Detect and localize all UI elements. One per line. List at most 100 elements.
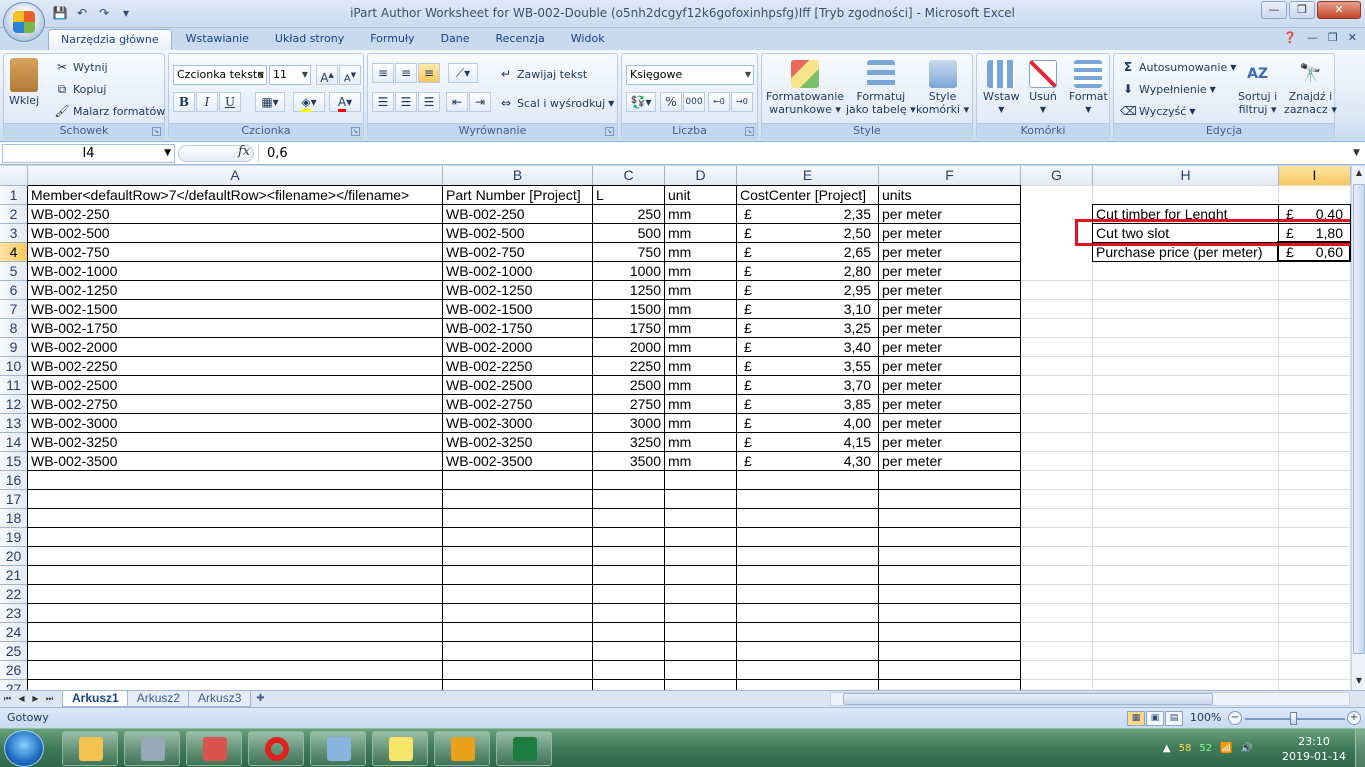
scroll-up-icon[interactable]: ▲ xyxy=(1352,166,1365,180)
member-cell[interactable]: WB-002-250 xyxy=(29,205,442,224)
header-cell-c[interactable]: L xyxy=(594,186,664,205)
currency-cell[interactable]: £ xyxy=(742,319,758,338)
member-cell[interactable]: WB-002-2500 xyxy=(29,376,442,395)
row-header-21[interactable]: 21 xyxy=(0,566,28,585)
maximize-button[interactable]: ❐ xyxy=(1289,1,1315,19)
tray-indicator-a[interactable]: 58 xyxy=(1179,743,1192,754)
cost-cell[interactable]: 3,40 xyxy=(757,338,873,357)
customize-qat-icon[interactable]: ▾ xyxy=(118,5,134,21)
zoom-level[interactable]: 100% xyxy=(1190,711,1221,724)
row-header-25[interactable]: 25 xyxy=(0,642,28,661)
member-cell[interactable]: WB-002-2000 xyxy=(29,338,442,357)
cost-cell[interactable]: 2,80 xyxy=(757,262,873,281)
member-cell[interactable]: WB-002-1000 xyxy=(29,262,442,281)
unit-cell[interactable]: mm xyxy=(666,243,736,262)
currency-cell[interactable]: £ xyxy=(742,281,758,300)
format-painter-button[interactable]: 🖌 Malarz formatów xyxy=(54,103,165,119)
taskbar-excel-button[interactable] xyxy=(496,731,552,766)
taskbar-paint-button[interactable] xyxy=(310,731,366,766)
ribbon-close-icon[interactable]: ✕ xyxy=(1348,31,1357,44)
length-cell[interactable]: 1500 xyxy=(594,300,663,319)
member-cell[interactable]: WB-002-1750 xyxy=(29,319,442,338)
length-cell[interactable]: 3000 xyxy=(594,414,663,433)
merge-center-button[interactable]: ⇔ Scal i wyśrodkuj ▼ xyxy=(498,95,614,111)
increase-decimal-button[interactable]: ←0 xyxy=(708,92,730,112)
volume-icon[interactable]: 🔊 xyxy=(1241,743,1253,754)
row-header-17[interactable]: 17 xyxy=(0,490,28,509)
units-cell[interactable]: per meter xyxy=(880,395,1020,414)
thousands-button[interactable]: 000 xyxy=(683,92,705,112)
member-cell[interactable]: WB-002-1500 xyxy=(29,300,442,319)
unit-cell[interactable]: mm xyxy=(666,452,736,471)
font-launcher-icon[interactable]: ↘ xyxy=(351,127,360,136)
cost-cell[interactable]: 2,95 xyxy=(757,281,873,300)
part-number-cell[interactable]: WB-002-250 xyxy=(444,205,592,224)
taskbar-explorer-button[interactable] xyxy=(62,731,118,766)
member-cell[interactable]: WB-002-2250 xyxy=(29,357,442,376)
row-header-20[interactable]: 20 xyxy=(0,547,28,566)
units-cell[interactable]: per meter xyxy=(880,262,1020,281)
length-cell[interactable]: 1000 xyxy=(594,262,663,281)
part-number-cell[interactable]: WB-002-1250 xyxy=(444,281,592,300)
number-format-combo[interactable]: Księgowe ▼ xyxy=(626,65,754,85)
row-header-13[interactable]: 13 xyxy=(0,414,28,433)
shrink-font-button[interactable]: A▼ xyxy=(339,65,361,85)
format-cells-button[interactable]: Format ▼ xyxy=(1069,60,1108,116)
column-header-e[interactable]: E xyxy=(737,166,879,186)
units-cell[interactable]: per meter xyxy=(880,243,1020,262)
column-header-g[interactable]: G xyxy=(1021,166,1093,186)
underline-button[interactable]: U xyxy=(219,92,241,112)
percent-button[interactable]: % xyxy=(660,92,682,112)
taskbar-inventor-button[interactable] xyxy=(434,731,490,766)
row-header-18[interactable]: 18 xyxy=(0,509,28,528)
insert-function-button[interactable]: fx xyxy=(238,144,250,159)
copy-button[interactable]: ⧉ Kopiuj xyxy=(54,81,107,97)
tab-4[interactable]: Formuły xyxy=(358,29,426,50)
save-icon[interactable]: 💾 xyxy=(52,5,68,21)
currency-cell[interactable]: £ xyxy=(742,414,758,433)
expand-formula-bar-icon[interactable]: ▼ xyxy=(1350,145,1363,162)
length-cell[interactable]: 2250 xyxy=(594,357,663,376)
first-sheet-icon[interactable]: ⏮ xyxy=(2,692,13,706)
minimize-button[interactable]: — xyxy=(1261,1,1287,19)
row-header-6[interactable]: 6 xyxy=(0,281,28,300)
units-cell[interactable]: per meter xyxy=(880,300,1020,319)
zoom-out-button[interactable]: − xyxy=(1228,711,1242,725)
cost-cell[interactable]: 3,70 xyxy=(757,376,873,395)
member-cell[interactable]: WB-002-500 xyxy=(29,224,442,243)
scroll-down-icon[interactable]: ▼ xyxy=(1352,674,1365,688)
ribbon-minimize-icon[interactable]: — xyxy=(1307,31,1318,44)
units-cell[interactable]: per meter xyxy=(880,414,1020,433)
next-sheet-icon[interactable]: ▶ xyxy=(30,692,41,706)
cost-cell[interactable]: 2,35 xyxy=(757,205,873,224)
header-cell-a[interactable]: Member<defaultRow>7</defaultRow><filenam… xyxy=(29,186,442,205)
units-cell[interactable]: per meter xyxy=(880,452,1020,471)
horizontal-scrollbar[interactable] xyxy=(830,692,1350,706)
units-cell[interactable]: per meter xyxy=(880,205,1020,224)
font-name-combo[interactable]: Czcionka tekstu ▼ xyxy=(173,65,267,85)
length-cell[interactable]: 750 xyxy=(594,243,663,262)
cost-cell[interactable]: 3,85 xyxy=(757,395,873,414)
fill-color-button[interactable]: ◈▾ xyxy=(293,92,325,112)
row-header-10[interactable]: 10 xyxy=(0,357,28,376)
wrap-text-button[interactable]: ↵ Zawijaj tekst xyxy=(498,66,587,82)
tab-6[interactable]: Recenzja xyxy=(484,29,557,50)
select-all-corner[interactable] xyxy=(0,166,28,186)
clock[interactable]: 23:10 2019-01-14 xyxy=(1273,734,1355,764)
currency-cell[interactable]: £ xyxy=(742,433,758,452)
show-desktop-button[interactable] xyxy=(1355,729,1365,767)
length-cell[interactable]: 250 xyxy=(594,205,663,224)
align-right-button[interactable]: ☰ xyxy=(418,92,440,112)
cost-cell[interactable]: 4,30 xyxy=(757,452,873,471)
align-top-button[interactable]: ≡ xyxy=(372,63,394,83)
insert-cells-button[interactable]: Wstaw ▼ xyxy=(983,60,1020,116)
help-icon[interactable]: ❓ xyxy=(1283,31,1297,44)
unit-cell[interactable]: mm xyxy=(666,395,736,414)
part-number-cell[interactable]: WB-002-2000 xyxy=(444,338,592,357)
sort-filter-button[interactable]: AZ Sortuj i filtruj ▾ xyxy=(1238,60,1277,116)
row-header-2[interactable]: 2 xyxy=(0,205,28,224)
office-button[interactable] xyxy=(3,2,45,42)
redo-icon[interactable]: ↷ xyxy=(96,5,112,21)
cost-cell[interactable]: 2,50 xyxy=(757,224,873,243)
taskbar-sticky-notes-button[interactable] xyxy=(372,731,428,766)
